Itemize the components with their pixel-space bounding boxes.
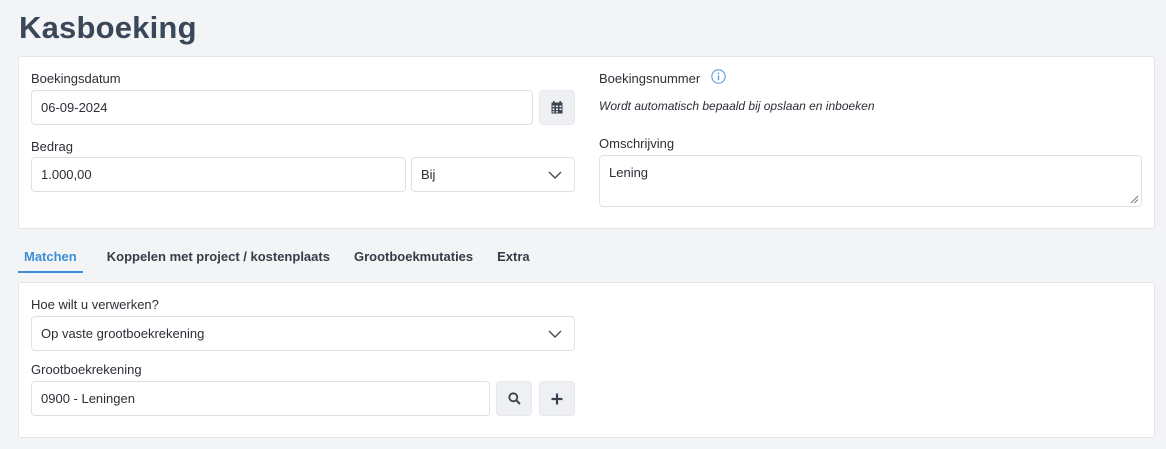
add-ledger-button[interactable] [539, 381, 575, 416]
booking-date-label: Boekingsdatum [31, 71, 121, 86]
chevron-down-icon [548, 171, 562, 179]
booking-number-note: Wordt automatisch bepaald bij opslaan en… [599, 99, 875, 113]
tab-matchen[interactable]: Matchen [18, 241, 83, 273]
tab-koppelen-project[interactable]: Koppelen met project / kostenplaats [107, 241, 330, 273]
ledger-label: Grootboekrekening [31, 362, 142, 377]
booking-number-label: Boekingsnummer [599, 71, 701, 86]
description-label: Omschrijving [599, 136, 675, 151]
info-icon[interactable] [711, 69, 726, 84]
amount-input[interactable]: 1.000,00 [31, 157, 406, 192]
amount-value: 1.000,00 [41, 167, 92, 182]
ledger-value: 0900 - Leningen [41, 391, 135, 406]
chevron-down-icon [548, 330, 562, 338]
amount-label: Bedrag [31, 139, 73, 154]
process-label: Hoe wilt u verwerken? [31, 297, 159, 312]
resize-grip-icon[interactable] [1130, 195, 1139, 204]
search-icon [507, 392, 521, 405]
search-button[interactable] [496, 381, 532, 416]
ledger-input[interactable]: 0900 - Leningen [31, 381, 490, 416]
direction-select[interactable]: Bij [411, 157, 575, 192]
calendar-button[interactable] [539, 90, 575, 125]
booking-card: Boekingsdatum 06-09-2024 Bedrag 1.000,00… [18, 56, 1155, 229]
page-title: Kasboeking [19, 10, 197, 45]
plus-icon [551, 393, 563, 404]
process-value: Op vaste grootboekrekening [41, 326, 205, 341]
matching-card: Hoe wilt u verwerken? Op vaste grootboek… [18, 282, 1155, 438]
booking-date-value: 06-09-2024 [41, 100, 108, 115]
direction-value: Bij [421, 167, 436, 182]
description-value: Lening [609, 165, 649, 180]
tab-extra[interactable]: Extra [497, 241, 530, 273]
tab-bar: Matchen Koppelen met project / kostenpla… [18, 241, 554, 273]
process-select[interactable]: Op vaste grootboekrekening [31, 316, 575, 351]
booking-date-input[interactable]: 06-09-2024 [31, 90, 533, 125]
tab-grootboekmutaties[interactable]: Grootboekmutaties [354, 241, 473, 273]
calendar-icon [551, 101, 563, 114]
description-textarea[interactable]: Lening [599, 155, 1142, 207]
